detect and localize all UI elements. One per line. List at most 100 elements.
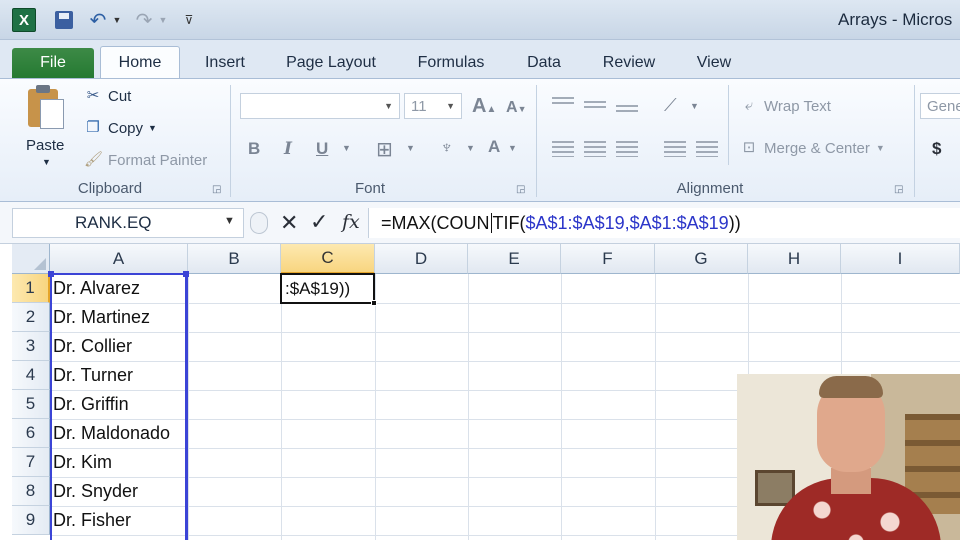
- tab-formulas[interactable]: Formulas: [406, 48, 496, 78]
- row-header-6[interactable]: 6: [12, 419, 50, 448]
- borders-icon[interactable]: ⊞: [376, 137, 393, 162]
- insert-function-icon[interactable]: fx: [342, 211, 360, 233]
- gridline-vertical: [188, 274, 189, 540]
- formula-text-end: )): [728, 212, 741, 233]
- redo-dropdown-icon[interactable]: ▼: [158, 8, 168, 32]
- row-header-4[interactable]: 4: [12, 361, 50, 390]
- bold-button[interactable]: B: [248, 139, 260, 159]
- borders-dropdown-icon[interactable]: ▼: [406, 143, 415, 153]
- cancel-icon[interactable]: ✕: [280, 210, 298, 236]
- format-painter-button[interactable]: 🖌 Format Painter: [84, 151, 207, 169]
- tab-insert[interactable]: Insert: [190, 48, 260, 78]
- fill-handle[interactable]: [371, 300, 377, 306]
- undo-button[interactable]: ↶: [86, 8, 110, 32]
- tab-page-layout[interactable]: Page Layout: [276, 48, 386, 78]
- column-header-h[interactable]: H: [748, 244, 841, 274]
- wrap-text-button[interactable]: ⤶ Wrap Text: [740, 97, 831, 115]
- formula-range-reference: $A$1:$A$19,$A$1:$A$19: [525, 212, 729, 233]
- name-box[interactable]: RANK.EQ: [12, 208, 244, 238]
- font-color-button[interactable]: A: [488, 137, 500, 157]
- tab-review[interactable]: Review: [592, 48, 666, 78]
- ribbon-home: Paste ▼ ✂ Cut ❐ Copy ▼ 🖌 Format Painter Clip…: [0, 78, 960, 202]
- paste-dropdown-icon[interactable]: ▼: [42, 157, 51, 167]
- font-name-combo[interactable]: ▼: [240, 93, 400, 119]
- underline-dropdown-icon[interactable]: ▼: [342, 143, 351, 153]
- tab-file[interactable]: File: [12, 48, 94, 78]
- ribbon-tabs: File Home Insert Page Layout Formulas Da…: [0, 40, 960, 79]
- redo-button[interactable]: ↷: [132, 8, 156, 32]
- excel-logo-icon[interactable]: X: [12, 8, 36, 32]
- orientation-icon[interactable]: ⟋: [664, 95, 677, 116]
- column-header-g[interactable]: G: [655, 244, 748, 274]
- shrink-font-button[interactable]: A▼: [506, 99, 526, 117]
- row-header-8[interactable]: 8: [12, 477, 50, 506]
- decrease-indent-icon[interactable]: [664, 141, 686, 157]
- align-left-icon[interactable]: [552, 141, 574, 157]
- paintbrush-icon: 🖌: [84, 151, 104, 168]
- gridline-vertical: [375, 274, 376, 540]
- currency-button[interactable]: $: [932, 139, 941, 159]
- font-color-dropdown-icon[interactable]: ▼: [508, 143, 517, 153]
- clipboard-launcher-icon[interactable]: ◲: [212, 184, 221, 195]
- alignment-launcher-icon[interactable]: ◲: [894, 184, 903, 195]
- column-header-e[interactable]: E: [468, 244, 561, 274]
- row-header-2[interactable]: 2: [12, 303, 50, 332]
- tab-view[interactable]: View: [684, 48, 744, 78]
- formula-input[interactable]: =MAX(COUN TIF($A$1:$A$19,$A$1:$A$19)): [368, 208, 960, 238]
- font-size-combo[interactable]: 11 ▼: [404, 93, 462, 119]
- column-header-a[interactable]: A: [50, 244, 188, 274]
- alignment-group-label: Alignment: [676, 180, 744, 197]
- italic-button[interactable]: I: [284, 139, 292, 159]
- align-right-icon[interactable]: [616, 141, 638, 157]
- active-cell-c1[interactable]: :$A$19)): [280, 273, 377, 306]
- column-header-f[interactable]: F: [561, 244, 655, 274]
- column-header-i[interactable]: I: [841, 244, 960, 274]
- save-icon: [55, 11, 73, 29]
- gridline-vertical: [561, 274, 562, 540]
- merge-center-button[interactable]: ⊡ Merge & Center ▼: [740, 139, 885, 157]
- save-button[interactable]: [52, 8, 76, 32]
- copy-button[interactable]: ❐ Copy ▼: [84, 119, 157, 137]
- row-header-5[interactable]: 5: [12, 390, 50, 419]
- fill-color-dropdown-icon[interactable]: ▼: [466, 143, 475, 153]
- align-bottom-icon[interactable]: [616, 105, 638, 115]
- name-box-dropdown-icon[interactable]: ▼: [224, 215, 235, 227]
- underline-button[interactable]: U: [316, 139, 328, 159]
- range-highlight-a1-a19: [48, 271, 189, 540]
- customize-toolbar-icon[interactable]: ⊽: [182, 8, 196, 32]
- column-header-d[interactable]: D: [375, 244, 468, 274]
- fill-color-icon[interactable]: ♆: [440, 137, 454, 158]
- gridline-vertical: [281, 274, 282, 540]
- undo-dropdown-icon[interactable]: ▼: [112, 8, 122, 32]
- align-top-icon[interactable]: [552, 97, 574, 107]
- row-header-9[interactable]: 9: [12, 506, 50, 535]
- row-header-7[interactable]: 7: [12, 448, 50, 477]
- align-center-icon[interactable]: [584, 141, 606, 157]
- increase-indent-icon[interactable]: [696, 141, 718, 157]
- column-header-c[interactable]: C: [281, 244, 375, 274]
- align-middle-icon[interactable]: [584, 101, 606, 111]
- formula-bar-grip[interactable]: [250, 212, 268, 234]
- row-header-3[interactable]: 3: [12, 332, 50, 361]
- paste-button[interactable]: Paste: [26, 137, 64, 154]
- formula-text-mid: TIF(: [492, 212, 526, 233]
- window-title: Arrays - Micros: [838, 10, 953, 29]
- column-header-b[interactable]: B: [188, 244, 281, 274]
- font-group-label: Font: [354, 180, 385, 197]
- clipboard-group-label: Clipboard: [77, 180, 143, 197]
- orientation-dropdown-icon[interactable]: ▼: [690, 101, 699, 111]
- enter-icon[interactable]: ✓: [310, 209, 328, 235]
- formula-bar: RANK.EQ ▼ ✕ ✓ fx =MAX(COUN TIF($A$1:$A$19…: [0, 202, 960, 244]
- grow-font-button[interactable]: A▲: [472, 95, 496, 118]
- paste-icon[interactable]: [26, 85, 66, 129]
- merge-icon: ⊡: [742, 139, 756, 156]
- tab-home[interactable]: Home: [100, 46, 180, 79]
- font-launcher-icon[interactable]: ◲: [516, 184, 525, 195]
- copy-icon: ❐: [86, 119, 100, 136]
- select-all-corner[interactable]: [12, 244, 50, 274]
- number-format-combo[interactable]: Gene: [920, 93, 960, 119]
- tab-data[interactable]: Data: [514, 48, 574, 78]
- formula-text-start: =MAX(COUN: [381, 212, 490, 233]
- row-header-1[interactable]: 1: [12, 274, 50, 303]
- cut-button[interactable]: ✂ Cut: [84, 87, 132, 105]
